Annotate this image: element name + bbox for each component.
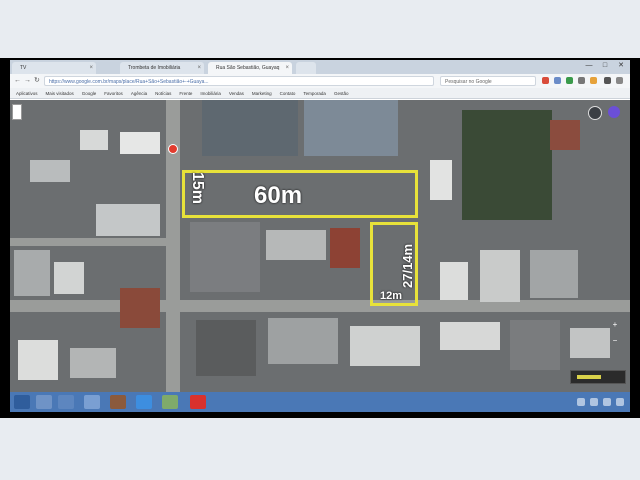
tab-label: Trombeta de Imobiliária	[128, 65, 181, 71]
building	[480, 250, 520, 302]
bookmark-item[interactable]: Notícias	[155, 91, 171, 96]
youtube-icon[interactable]	[190, 395, 206, 409]
close-icon[interactable]: ×	[89, 62, 93, 74]
tab-1[interactable]: TV ×	[12, 62, 96, 74]
building	[120, 288, 160, 328]
extension-icon[interactable]	[590, 77, 597, 84]
address-bar-row: ← → ↻ https://www.google.com.br/maps/pla…	[10, 74, 630, 88]
tab-label: TV	[20, 65, 27, 71]
bookmark-item[interactable]: Imobiliária	[200, 91, 221, 96]
app-icon[interactable]	[36, 395, 52, 409]
collapse-panel-button[interactable]	[12, 104, 22, 120]
bookmark-item[interactable]: Temporada	[303, 91, 326, 96]
start-icon[interactable]	[14, 395, 30, 409]
building	[14, 250, 50, 296]
tab-label: Rua São Sebastião, Guayaq	[216, 65, 280, 71]
back-button[interactable]: ←	[14, 77, 21, 85]
tab-3-active[interactable]: Rua São Sebastião, Guayaq ×	[208, 62, 292, 74]
building	[440, 322, 500, 350]
building	[266, 230, 326, 260]
bookmark-item[interactable]: Mais visitados	[46, 91, 74, 96]
building	[430, 160, 452, 200]
tab-bar: TV × Trombeta de Imobiliária × Rua São Seb…	[10, 60, 630, 74]
building	[304, 100, 398, 156]
bookmark-item[interactable]: Frente	[179, 91, 192, 96]
building	[550, 120, 580, 150]
building	[30, 160, 70, 182]
zoom-out-button[interactable]: −	[610, 336, 620, 346]
window-controls: — □ ✕	[584, 62, 626, 70]
zoom-controls: + −	[610, 320, 620, 362]
bookmark-item[interactable]: Gestão	[334, 91, 349, 96]
bookmark-item[interactable]: Marketing	[252, 91, 272, 96]
extension-icon[interactable]	[542, 77, 549, 84]
building	[440, 262, 468, 300]
close-icon[interactable]: ×	[285, 62, 289, 74]
menu-icon[interactable]	[616, 77, 623, 84]
zoom-in-button[interactable]: +	[610, 320, 620, 330]
clock-icon[interactable]	[616, 398, 624, 406]
building	[196, 320, 256, 376]
browser-icon[interactable]	[136, 395, 152, 409]
bookmark-item[interactable]: Favoritos	[104, 91, 123, 96]
map-scale-bar	[570, 370, 626, 384]
avatar[interactable]	[608, 106, 620, 118]
building	[18, 340, 58, 380]
tab-2[interactable]: Trombeta de Imobiliária ×	[120, 62, 204, 74]
battery-icon[interactable]	[603, 398, 611, 406]
building	[80, 130, 108, 150]
building	[350, 326, 420, 366]
extension-icon[interactable]	[554, 77, 561, 84]
folder-icon[interactable]	[84, 395, 100, 409]
app-icon[interactable]	[162, 395, 178, 409]
forward-button[interactable]: →	[24, 77, 31, 85]
satellite-map[interactable]: 15m 60m 27/14m 12m + −	[10, 100, 630, 392]
reload-button[interactable]: ↻	[34, 77, 40, 85]
minimize-button[interactable]: —	[584, 62, 594, 70]
menu-icon[interactable]	[604, 77, 611, 84]
extension-width-label: 12m	[380, 290, 403, 302]
screen: TV × Trombeta de Imobiliária × Rua São Seb…	[10, 60, 630, 412]
building	[570, 328, 610, 358]
building	[54, 262, 84, 294]
url-input[interactable]: https://www.google.com.br/maps/place/Rua…	[44, 76, 434, 86]
bookmark-item[interactable]: Vendas	[229, 91, 244, 96]
building	[190, 222, 260, 292]
maximize-button[interactable]: □	[600, 62, 610, 70]
extension-icon[interactable]	[566, 77, 573, 84]
building	[202, 100, 298, 156]
new-tab-button[interactable]	[296, 62, 316, 74]
bookmark-item[interactable]: Agência	[131, 91, 147, 96]
search-input[interactable]: Pesquisar no Google	[440, 76, 536, 86]
building	[96, 204, 160, 236]
location-pin-icon[interactable]	[168, 144, 178, 154]
road	[10, 300, 630, 312]
building	[530, 250, 578, 298]
settings-icon[interactable]	[588, 106, 602, 120]
building	[120, 132, 160, 154]
bookmark-item[interactable]: Google	[82, 91, 97, 96]
app-icon[interactable]	[58, 395, 74, 409]
taskbar	[10, 392, 630, 412]
lot-length-label: 60m	[254, 182, 303, 209]
lot-width-label: 15m	[189, 172, 206, 205]
road	[10, 238, 166, 246]
extension-depth-label: 27/14m	[400, 243, 415, 288]
building	[330, 228, 360, 268]
system-tray	[577, 398, 624, 406]
bookmark-item[interactable]: Aplicativos	[16, 91, 38, 96]
network-icon[interactable]	[577, 398, 585, 406]
bookmarks-bar: Aplicativos Mais visitados Google Favori…	[10, 88, 630, 99]
trees	[462, 110, 552, 220]
volume-icon[interactable]	[590, 398, 598, 406]
close-icon[interactable]: ×	[197, 62, 201, 74]
app-icon[interactable]	[110, 395, 126, 409]
building	[70, 348, 116, 378]
building	[268, 318, 338, 364]
close-window-button[interactable]: ✕	[616, 62, 626, 70]
building	[510, 320, 560, 370]
star-icon[interactable]	[578, 77, 585, 84]
bookmark-item[interactable]: Contato	[280, 91, 296, 96]
